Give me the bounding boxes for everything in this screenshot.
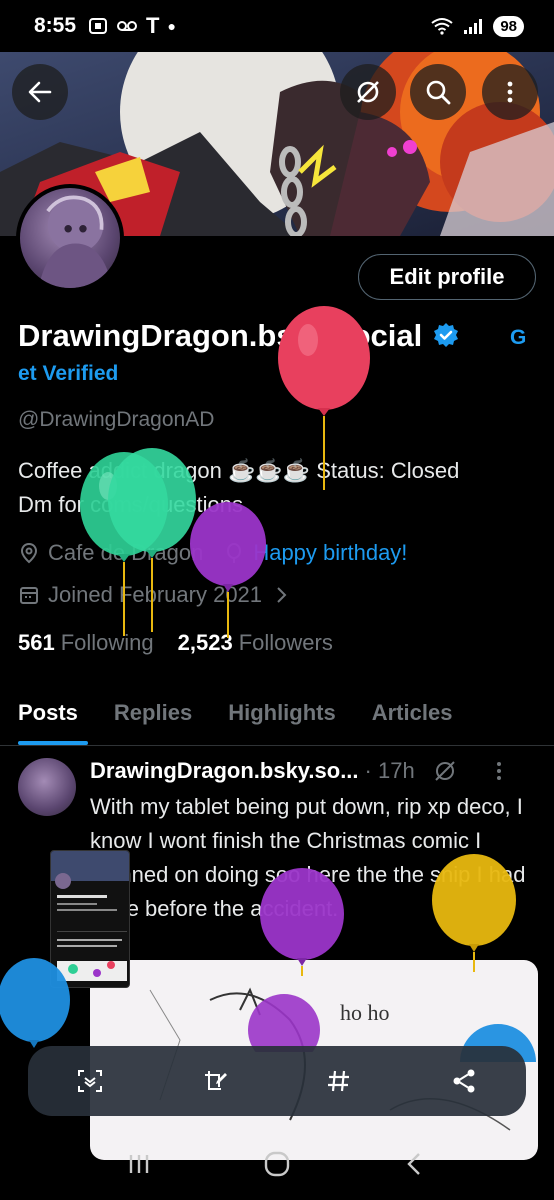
birthday-text: Happy birthday! [253, 540, 408, 565]
location-pin-icon [20, 542, 38, 564]
screenshot-icon [89, 18, 108, 34]
get-verified-link-part-2[interactable]: et Verified [18, 362, 118, 386]
back-nav-icon[interactable] [402, 1151, 428, 1177]
status-left-icons: T ● [88, 13, 176, 39]
scroll-capture-icon[interactable] [76, 1067, 104, 1095]
profile-avatar[interactable] [16, 184, 124, 292]
notification-dot-icon: ● [167, 18, 176, 34]
home-icon[interactable] [263, 1150, 291, 1178]
following-count: 561 [18, 630, 55, 655]
post-header: DrawingDragon.bsky.so... · 17h [90, 758, 540, 784]
signal-icon [464, 19, 483, 34]
edit-profile-button[interactable]: Edit profile [358, 254, 536, 300]
status-time: 8:55 [34, 14, 77, 37]
grok-icon [357, 81, 379, 103]
display-name-part-1: DrawingDragon. [18, 318, 258, 353]
battery-indicator: 98 [493, 15, 524, 37]
balloon-blue-left [0, 958, 70, 1048]
wifi-icon [431, 18, 453, 35]
chevron-right-icon [277, 587, 287, 603]
balloon-yellow [432, 854, 516, 972]
avatar-artwork [38, 195, 113, 288]
more-options-button[interactable] [482, 64, 538, 120]
edit-crop-icon[interactable] [201, 1067, 229, 1095]
profile-handle: @DrawingDragonAD [18, 408, 215, 431]
system-navigation-bar [0, 1128, 554, 1200]
balloon-red [278, 306, 370, 490]
balloon-purple-lower [248, 994, 320, 1052]
carrier-icon: T [146, 13, 160, 38]
tab-posts[interactable]: Posts [0, 690, 96, 745]
share-icon[interactable] [450, 1067, 478, 1095]
screenshot-toolbar [28, 1046, 526, 1116]
arrow-left-icon [28, 81, 52, 103]
display-name-row: DrawingDragon.bsky.social [18, 318, 460, 354]
tab-articles[interactable]: Articles [354, 690, 471, 745]
search-icon [426, 80, 451, 105]
post-timestamp: · 17h [364, 758, 415, 783]
post-author-avatar[interactable] [18, 758, 76, 816]
post-more-icon[interactable] [489, 759, 509, 783]
grok-button[interactable] [340, 64, 396, 120]
search-button[interactable] [410, 64, 466, 120]
post-image-caption: ho ho [340, 1000, 390, 1025]
status-right-icons: 98 [431, 15, 524, 37]
tab-replies[interactable]: Replies [96, 690, 210, 745]
status-bar: 8:55 T ● 98 [0, 0, 554, 52]
profile-tabs: Posts Replies Highlights Articles [0, 690, 554, 746]
grok-small-icon[interactable] [433, 759, 457, 783]
tab-highlights[interactable]: Highlights [210, 690, 354, 745]
voicemail-icon [117, 21, 138, 31]
verified-badge-icon[interactable] [432, 322, 460, 350]
post-author-name[interactable]: DrawingDragon.bsky.so... [90, 758, 359, 784]
calendar-icon [20, 587, 38, 604]
back-button[interactable] [12, 64, 68, 120]
hashtag-icon[interactable] [325, 1067, 353, 1095]
recent-apps-icon[interactable] [126, 1151, 152, 1177]
more-vertical-icon [507, 81, 513, 103]
balloon-purple-post [260, 868, 344, 976]
get-verified-link-part-1[interactable]: G [510, 326, 526, 350]
balloon-purple-small [190, 502, 266, 638]
